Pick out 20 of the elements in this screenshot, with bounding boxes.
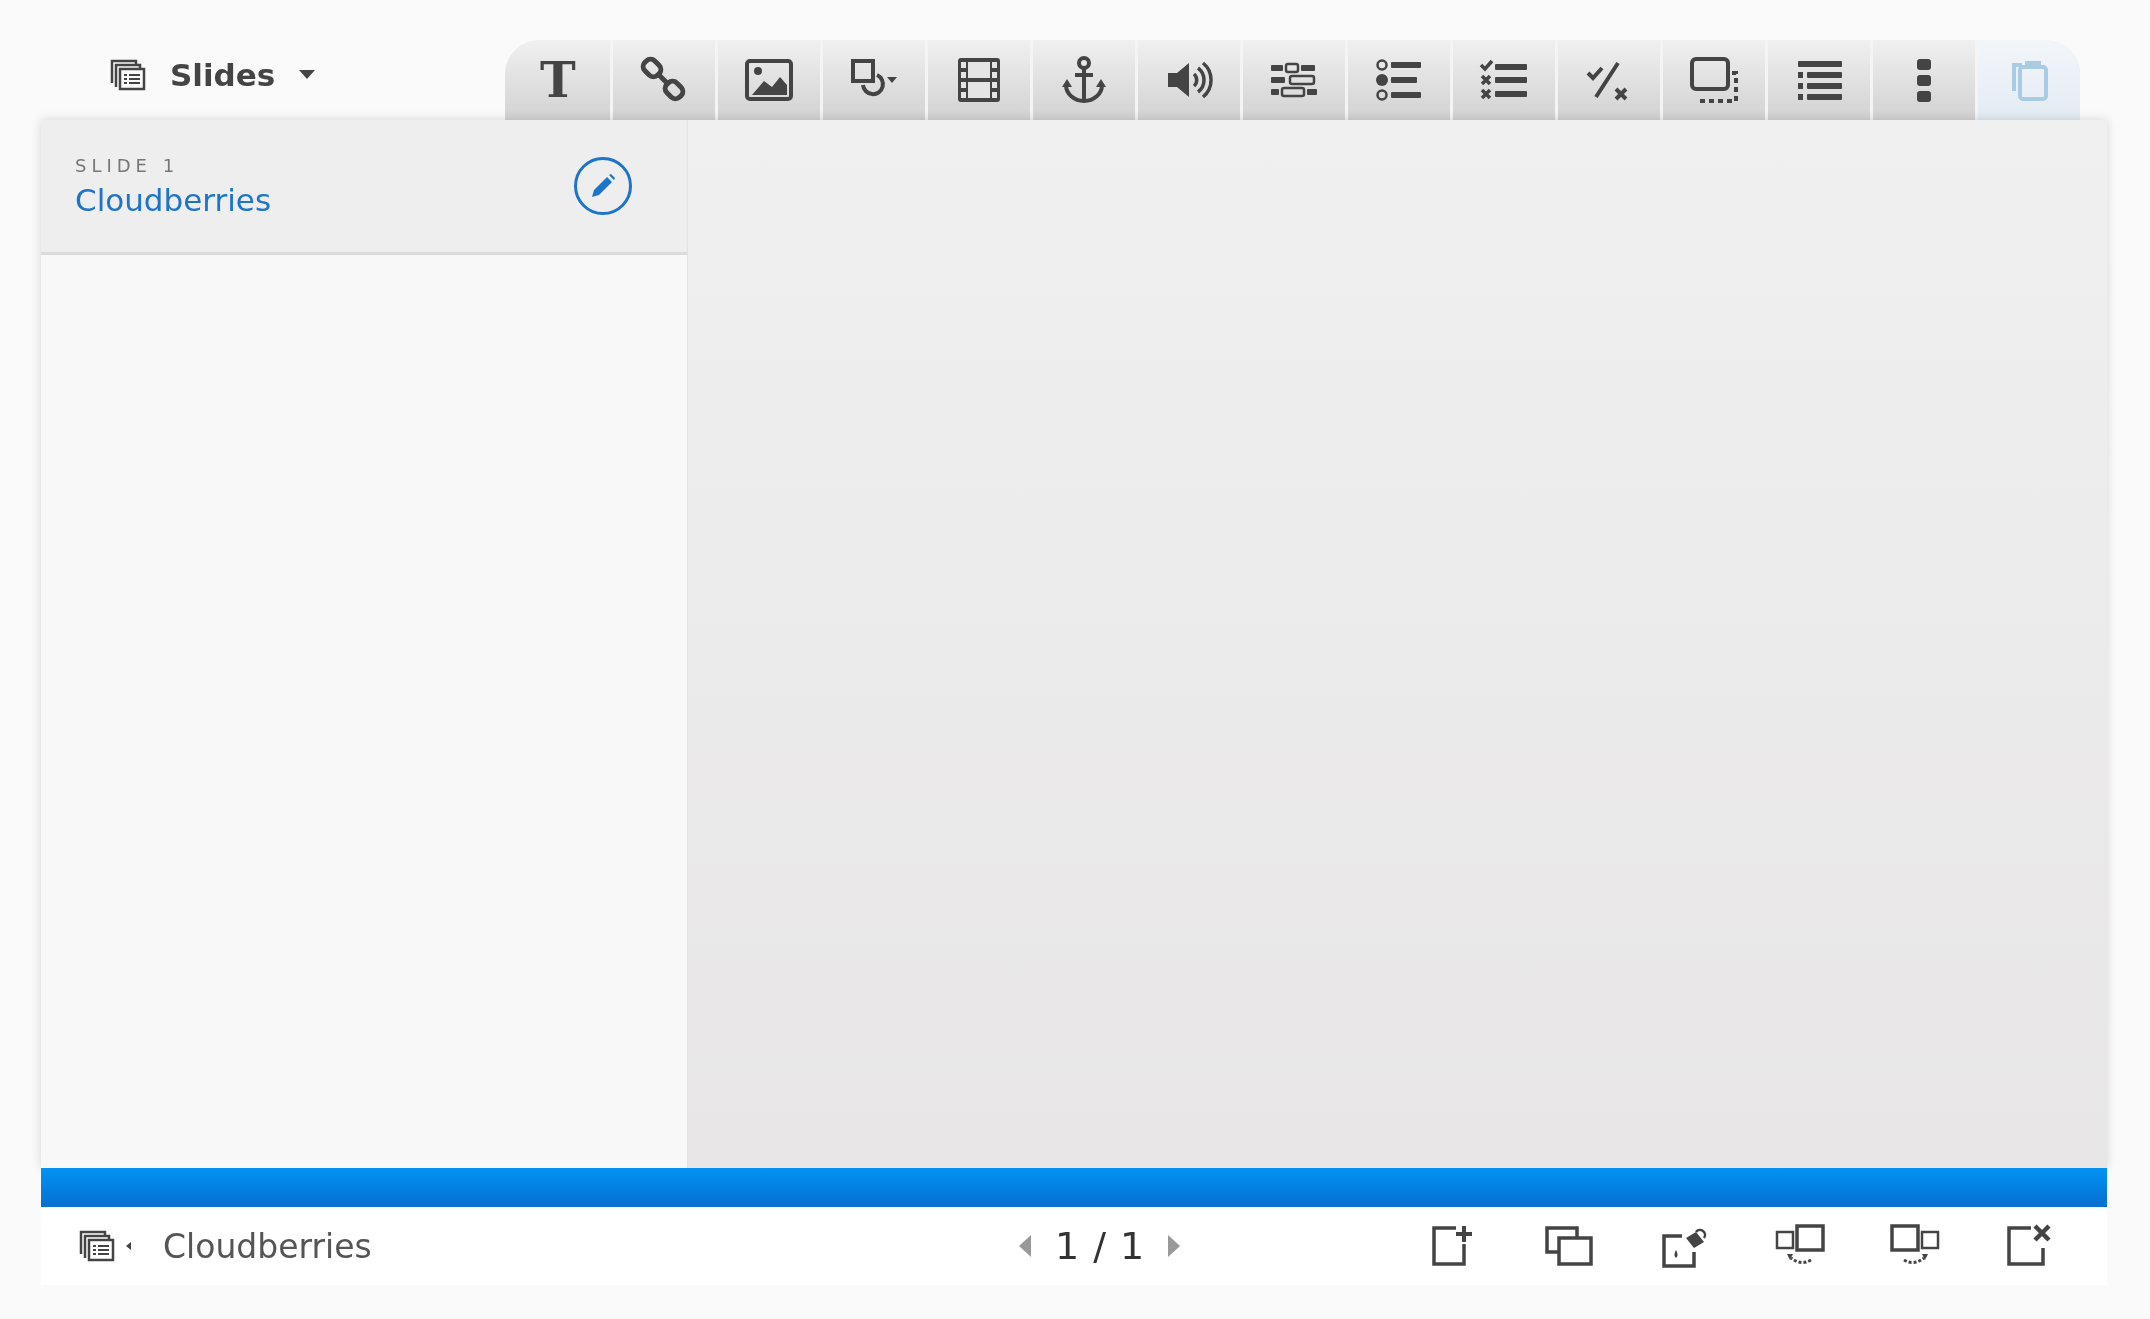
triangle-left-icon: [1019, 1235, 1031, 1257]
text-tool-button[interactable]: T: [505, 40, 611, 120]
more-vertical-icon: [1917, 58, 1932, 102]
page-separator: /: [1093, 1224, 1106, 1268]
slides-icon: [110, 59, 146, 91]
slides-icon: [79, 1230, 115, 1262]
slide-list-item[interactable]: SLIDE 1 Cloudberries: [41, 120, 687, 255]
slides-menu-button[interactable]: Slides: [110, 57, 316, 93]
duplicate-icon: [1544, 1224, 1595, 1268]
pencil-icon: [590, 173, 616, 199]
overlapping-frames-icon: [1689, 55, 1740, 105]
slide-number: SLIDE 1: [75, 154, 181, 176]
triangle-right-icon: [1168, 1235, 1181, 1257]
current-slide-title: Cloudberries: [163, 1226, 372, 1266]
total-pages: 1: [1120, 1224, 1145, 1268]
caret-left-icon: [125, 1240, 133, 1252]
current-page: 1: [1055, 1224, 1080, 1268]
caret-down-icon: [299, 70, 316, 80]
slide-title: Cloudberries: [75, 181, 272, 218]
edit-button[interactable]: [574, 157, 632, 215]
